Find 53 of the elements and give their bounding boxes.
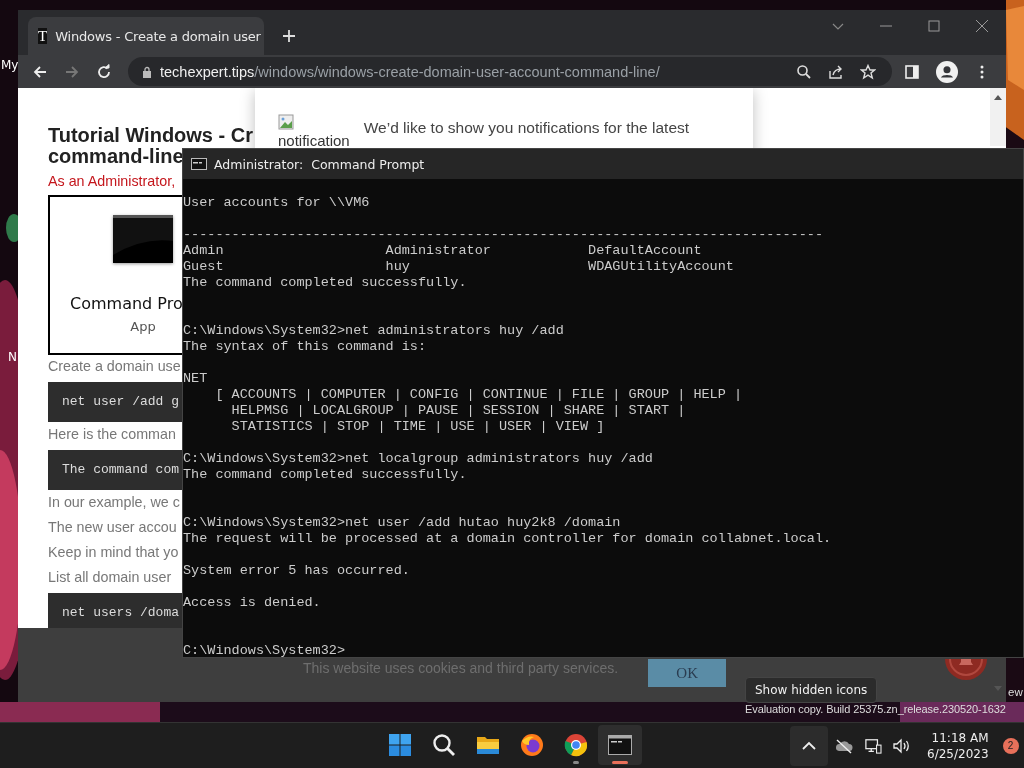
plus-icon[interactable] xyxy=(282,29,296,43)
scroll-up-icon[interactable] xyxy=(994,94,1002,100)
tooltip: Show hidden icons xyxy=(745,677,878,703)
app-type: App xyxy=(130,319,156,334)
heading-line: command-line xyxy=(48,146,184,167)
terminal-icon xyxy=(608,733,632,757)
search-icon xyxy=(432,733,456,757)
side-panel-icon[interactable] xyxy=(904,63,920,80)
app-name: Command Pro xyxy=(70,294,183,313)
profile-icon[interactable] xyxy=(936,60,958,83)
clock-time[interactable]: 11:18 AM xyxy=(931,729,989,746)
share-icon[interactable] xyxy=(828,63,844,80)
image-alt-text: notification xyxy=(278,132,350,149)
clock-date[interactable]: 6/25/2023 xyxy=(927,745,989,762)
site-favicon: T xyxy=(38,28,48,44)
build-info-text: Evaluation copy. Build 25375.zn_release.230520-1632 xyxy=(745,703,1006,716)
maximize-icon[interactable] xyxy=(927,19,941,33)
tab-title: Windows - Create a domain user xyxy=(55,28,261,44)
broken-image-icon xyxy=(278,114,294,130)
paragraph: List all domain user xyxy=(48,568,172,586)
windows-logo-icon xyxy=(388,733,412,757)
intro-text: As an Administrator, xyxy=(48,172,176,190)
forward-arrow-icon[interactable] xyxy=(64,63,80,80)
close-icon[interactable] xyxy=(975,19,989,33)
notification-text: We’d like to show you notifications for the latest xyxy=(363,119,690,137)
speaker-icon[interactable] xyxy=(892,737,912,754)
chevron-up-icon[interactable] xyxy=(790,725,828,766)
cloud-off-icon[interactable] xyxy=(834,737,854,754)
url-text: techexpert.tips/windows/windows-create-domain-user-account-command-line/ xyxy=(160,63,660,80)
window-title: Administrator: Command Prompt xyxy=(214,156,425,172)
paragraph: Create a domain use xyxy=(48,357,181,375)
paragraph: Here is the comman xyxy=(48,425,176,443)
paragraph: Keep in mind that yo xyxy=(48,543,179,561)
running-indicator xyxy=(612,761,628,764)
address-bar[interactable]: techexpert.tips/windows/windows-create-domain-user-account-command-line/ xyxy=(128,57,892,86)
paragraph: The new user accou xyxy=(48,518,177,536)
notification-badge[interactable]: 2 xyxy=(1002,737,1019,754)
paragraph: In our example, we c xyxy=(48,493,180,511)
console-thumbnail-icon xyxy=(113,215,173,263)
taskbar-button[interactable] xyxy=(598,725,642,765)
browser-logo-icon xyxy=(564,733,588,757)
reload-icon[interactable] xyxy=(96,63,112,80)
lock-icon xyxy=(142,65,152,78)
scrollbar[interactable] xyxy=(990,88,1006,146)
running-indicator xyxy=(573,761,579,764)
search-icon[interactable] xyxy=(796,63,812,80)
star-icon[interactable] xyxy=(860,63,876,80)
browser-tab[interactable]: T Windows - Create a domain user xyxy=(28,17,264,55)
console-icon xyxy=(191,158,207,170)
network-icon[interactable] xyxy=(863,737,883,754)
heading-line: Tutorial Windows - Cr xyxy=(48,125,253,146)
fox-globe-icon xyxy=(520,733,544,757)
back-arrow-icon[interactable] xyxy=(32,63,48,80)
